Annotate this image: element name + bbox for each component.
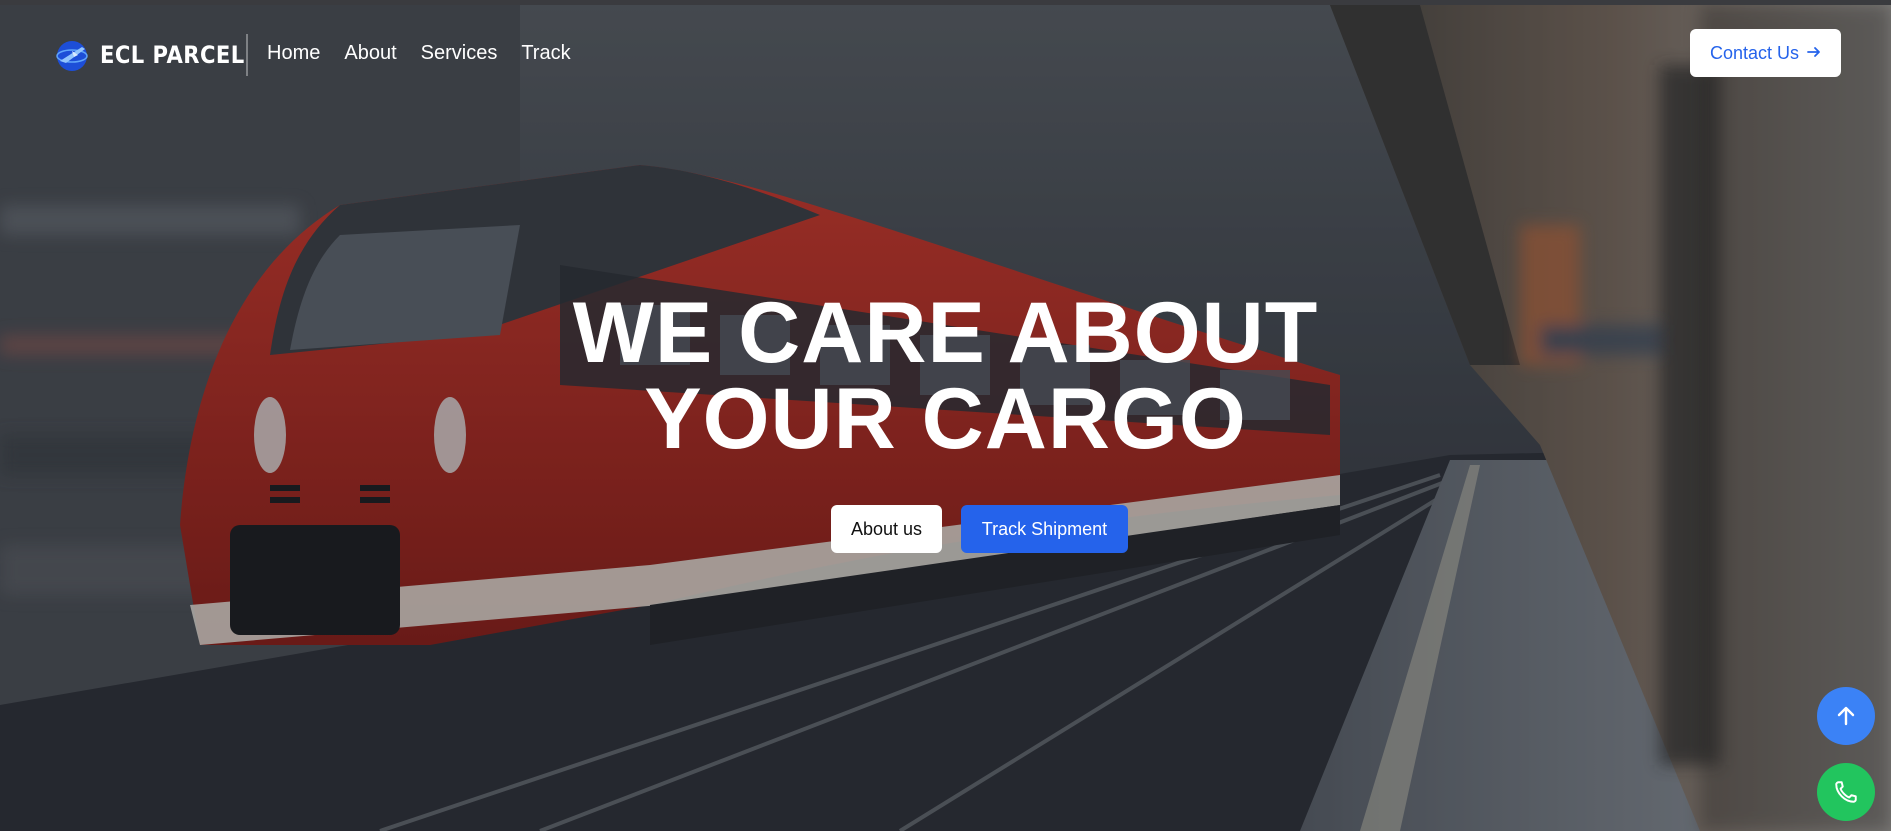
main-menu: Home About Services Track — [267, 42, 571, 65]
nav-services[interactable]: Services — [421, 42, 498, 65]
nav-divider — [246, 34, 248, 76]
scroll-to-top-button[interactable] — [1817, 687, 1875, 745]
navbar: ECL PARCEL Home About Services Track Con… — [0, 5, 1891, 101]
brand-logo[interactable]: ECL PARCEL — [52, 35, 264, 75]
call-button[interactable] — [1817, 763, 1875, 821]
arrow-right-icon — [1807, 43, 1821, 64]
brand-name: ECL PARCEL — [100, 41, 245, 69]
hero-headline-line2: YOUR CARGO — [644, 371, 1247, 467]
phone-icon — [1835, 781, 1857, 803]
nav-home[interactable]: Home — [267, 42, 320, 65]
top-border — [0, 0, 1891, 5]
arrow-up-icon — [1837, 706, 1855, 726]
hero-headline-line1: WE CARE ABOUT — [572, 285, 1319, 381]
nav-about[interactable]: About — [344, 42, 396, 65]
nav-track[interactable]: Track — [521, 42, 570, 65]
hero-headline: WE CARE ABOUT YOUR CARGO — [0, 290, 1891, 462]
about-us-button[interactable]: About us — [831, 505, 942, 553]
track-shipment-button[interactable]: Track Shipment — [961, 505, 1128, 553]
globe-plane-icon — [56, 41, 88, 71]
hero-actions: About us Track Shipment — [0, 505, 1891, 553]
contact-us-label: Contact Us — [1709, 42, 1799, 63]
contact-us-button[interactable]: Contact Us — [1689, 29, 1841, 77]
